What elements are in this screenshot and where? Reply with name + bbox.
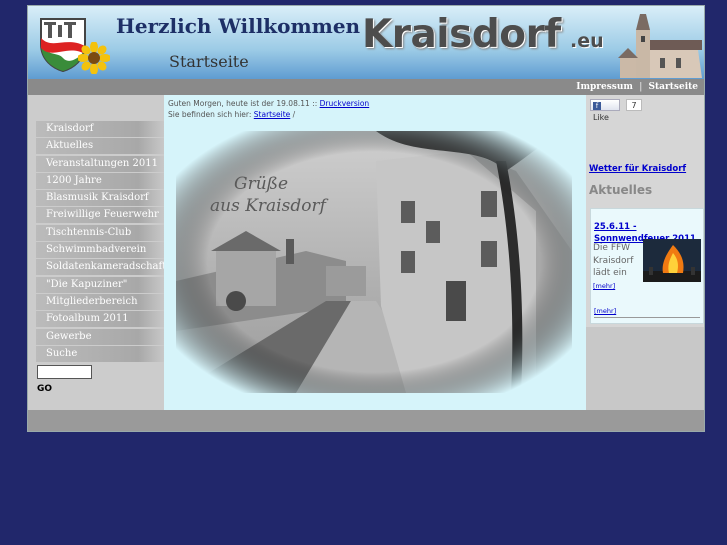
menu-item-1200-jahre[interactable]: 1200 Jahre — [36, 172, 164, 189]
menu-item-schwimmbadverein[interactable]: Schwimmbadverein — [36, 242, 164, 259]
menu-item-suche[interactable]: Suche — [36, 345, 164, 362]
bonfire-thumbnail — [643, 239, 701, 282]
header-banner: Herzlich Willkommen Startseite Kraisdorf… — [28, 6, 704, 79]
weather-link[interactable]: Wetter für Kraisdorf — [589, 164, 686, 174]
facebook-like-button[interactable]: f Like — [590, 99, 620, 122]
site-title: Kraisdorf — [362, 12, 561, 57]
startseite-link[interactable]: Startseite — [649, 82, 698, 92]
main-content: Guten Morgen, heute ist der 19.08.11 :: … — [164, 95, 586, 410]
news-divider — [594, 317, 700, 318]
impressum-link[interactable]: Impressum — [576, 82, 633, 92]
menu-item-aktuelles[interactable]: Aktuelles — [36, 138, 164, 155]
print-version-link[interactable]: Druckversion — [320, 99, 370, 108]
page-subtitle: Startseite — [169, 52, 249, 71]
news-item: 25.6.11 - Sonnwendfeuer 2011 Die FFW Kra… — [590, 208, 704, 324]
menu-item-soldatenkameradschaft[interactable]: Soldatenkameradschaft — [36, 259, 166, 276]
menu-item-kapuziner[interactable]: "Die Kapuziner" — [36, 276, 164, 293]
church-illustration — [618, 14, 702, 78]
facebook-like-label: Like — [593, 113, 609, 122]
top-navigation-bar: Impressum | Startseite — [28, 79, 704, 95]
footer-bar — [28, 410, 704, 431]
left-sidebar: Kraisdorf Aktuelles Veranstaltungen 2011… — [28, 95, 166, 410]
village-street-photo: Grüße aus Kraisdorf — [176, 131, 572, 393]
menu-item-feuerwehr[interactable]: Freiwillige Feuerwehr — [36, 207, 164, 224]
welcome-heading: Herzlich Willkommen — [116, 14, 361, 38]
search-input[interactable] — [37, 365, 92, 379]
facebook-icon: f — [593, 101, 601, 110]
menu-item-gewerbe[interactable]: Gewerbe — [36, 328, 164, 345]
breadcrumb: Sie befinden sich hier: Startseite / — [168, 110, 295, 119]
greeting-text: Guten Morgen, heute ist der 19.08.11 :: — [168, 99, 318, 108]
topbar-separator: | — [639, 82, 643, 92]
menu-item-kraisdorf[interactable]: Kraisdorf — [36, 121, 164, 137]
photo-caption-line1: Grüße — [234, 174, 288, 194]
menu-item-fotoalbum[interactable]: Fotoalbum 2011 — [36, 311, 164, 328]
menu-item-veranstaltungen[interactable]: Veranstaltungen 2011 — [36, 155, 164, 172]
main-menu: Kraisdorf Aktuelles Veranstaltungen 2011… — [36, 121, 166, 363]
news-teaser: Die FFW Kraisdorf lädt ein [mehr] — [593, 242, 641, 292]
news-more-link-2[interactable]: [mehr] — [594, 307, 616, 315]
news-teaser-text: Die FFW Kraisdorf lädt ein — [593, 243, 634, 278]
breadcrumb-startseite-link[interactable]: Startseite — [254, 110, 290, 119]
breadcrumb-label: Sie befinden sich hier: — [168, 110, 252, 119]
sunflower-icon — [78, 42, 110, 74]
site-title-suffix: .eu — [570, 30, 604, 52]
news-more-link[interactable]: [mehr] — [593, 282, 615, 290]
photo-caption-line2: aus Kraisdorf — [210, 196, 329, 216]
menu-item-mitgliederbereich[interactable]: Mitgliederbereich — [36, 293, 164, 310]
right-sidebar: f Like 7 Wetter für Kraisdorf Aktuelles … — [586, 95, 704, 327]
greeting-line: Guten Morgen, heute ist der 19.08.11 :: … — [168, 99, 369, 108]
menu-item-tischtennis[interactable]: Tischtennis-Club — [36, 224, 164, 241]
facebook-like-count: 7 — [626, 99, 642, 111]
search-go-button[interactable]: GO — [37, 384, 52, 394]
page-frame: Herzlich Willkommen Startseite Kraisdorf… — [27, 5, 705, 432]
breadcrumb-tail: / — [292, 110, 296, 119]
menu-item-blasmusik[interactable]: Blasmusik Kraisdorf — [36, 190, 164, 207]
news-heading: Aktuelles — [589, 183, 653, 197]
